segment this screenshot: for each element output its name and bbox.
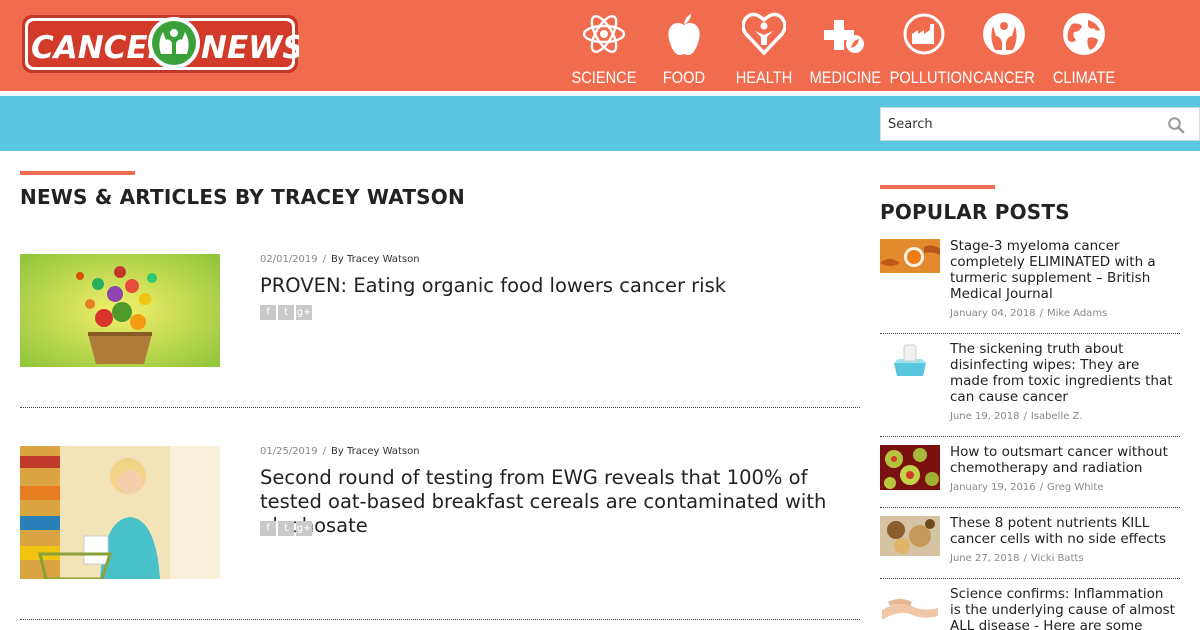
nav-item-health[interactable]: HEALTH [724,10,804,90]
medical-cross-icon [824,20,864,53]
post-date: June 27, 2018 [950,553,1020,564]
search-icon[interactable] [1167,116,1185,134]
post-date: June 19, 2018 [950,411,1020,422]
article-thumbnail[interactable] [20,254,220,367]
post-meta: January 19, 2016/Greg White [950,482,1104,493]
article-author[interactable]: By Tracey Watson [331,254,420,265]
nav-item-food[interactable]: FOOD [644,10,724,90]
search-box [880,107,1200,141]
heading-accent [20,171,135,175]
share-icons: f t g+ [260,305,314,320]
google-plus-icon[interactable]: g+ [296,305,312,320]
nav-label: HEALTH [735,68,793,87]
globe-icon [1063,13,1105,55]
post-title[interactable]: How to outsmart cancer without chemother… [950,444,1178,476]
article-date: 01/25/2019 [260,446,318,457]
article-date: 02/01/2019 [260,254,318,265]
nav-label: MEDICINE [809,68,882,87]
post-meta: June 19, 2018/Isabelle Z. [950,411,1083,422]
post-divider [880,578,1180,579]
post-thumbnail[interactable] [880,586,940,626]
hands-icon [983,13,1025,55]
post-title[interactable]: Stage-3 myeloma cancer completely ELIMIN… [950,238,1178,302]
atom-icon [582,15,626,53]
post-meta: January 04, 2018/Mike Adams [950,308,1108,319]
post-thumbnail[interactable] [880,445,940,490]
post-divider [880,507,1180,508]
share-icons: f t g+ [260,521,314,536]
site-header: CANCER NEWS SCIENCE FOOD HEALTH MEDICINE… [0,0,1200,91]
article-divider [20,407,860,408]
facebook-icon[interactable]: f [260,521,276,536]
logo-text-news: NEWS [201,30,299,66]
site-logo[interactable]: CANCER NEWS [21,14,299,74]
page-title: NEWS & ARTICLES BY TRACEY WATSON [20,185,465,209]
twitter-icon[interactable]: t [278,305,294,320]
article-item: 02/01/2019/By Tracey Watson PROVEN: Eati… [20,254,860,408]
sidebar-heading-accent [880,185,995,189]
nav-item-cancer[interactable]: CANCER [964,10,1044,90]
article-title[interactable]: Second round of testing from EWG reveals… [260,466,860,538]
article-thumbnail[interactable] [20,446,220,579]
nav-label: SCIENCE [571,68,637,87]
post-thumbnail[interactable] [880,516,940,556]
google-plus-icon[interactable]: g+ [296,521,312,536]
post-divider [880,333,1180,334]
post-author[interactable]: Greg White [1047,482,1103,493]
nav-label: POLLUTION [889,68,973,87]
post-title[interactable]: The sickening truth about disinfecting w… [950,341,1178,405]
sidebar-title: POPULAR POSTS [880,200,1070,224]
factory-icon [903,13,945,55]
twitter-icon[interactable]: t [278,521,294,536]
post-author[interactable]: Vicki Batts [1031,553,1084,564]
post-title[interactable]: These 8 potent nutrients KILL cancer cel… [950,515,1178,547]
post-date: January 04, 2018 [950,308,1036,319]
article-meta: 01/25/2019/By Tracey Watson [260,446,420,457]
article-meta: 02/01/2019/By Tracey Watson [260,254,420,265]
article-item: 01/25/2019/By Tracey Watson Second round… [20,446,860,600]
nav-label: FOOD [662,68,706,87]
apple-icon [668,14,700,55]
nav-item-climate[interactable]: CLIMATE [1044,10,1124,90]
search-input[interactable] [881,108,1161,140]
category-nav: SCIENCE FOOD HEALTH MEDICINE POLLUTION C… [564,10,1124,90]
nav-item-medicine[interactable]: MEDICINE [804,10,884,90]
nav-item-pollution[interactable]: POLLUTION [884,10,973,90]
post-title[interactable]: Science confirms: Inflammation is the un… [950,586,1178,630]
facebook-icon[interactable]: f [260,305,276,320]
nav-item-science[interactable]: SCIENCE [564,10,644,90]
post-divider [880,436,1180,437]
post-author[interactable]: Isabelle Z. [1031,411,1083,422]
nav-label: CANCER [973,68,1035,87]
post-meta: June 27, 2018/Vicki Batts [950,553,1084,564]
post-thumbnail[interactable] [880,239,940,273]
article-author[interactable]: By Tracey Watson [331,446,420,457]
post-date: January 19, 2016 [950,482,1036,493]
heart-person-icon [742,12,786,56]
article-title[interactable]: PROVEN: Eating organic food lowers cance… [260,274,860,298]
post-author[interactable]: Mike Adams [1047,308,1107,319]
article-divider [20,619,860,620]
post-thumbnail[interactable] [880,341,940,379]
nav-label: CLIMATE [1052,68,1116,87]
